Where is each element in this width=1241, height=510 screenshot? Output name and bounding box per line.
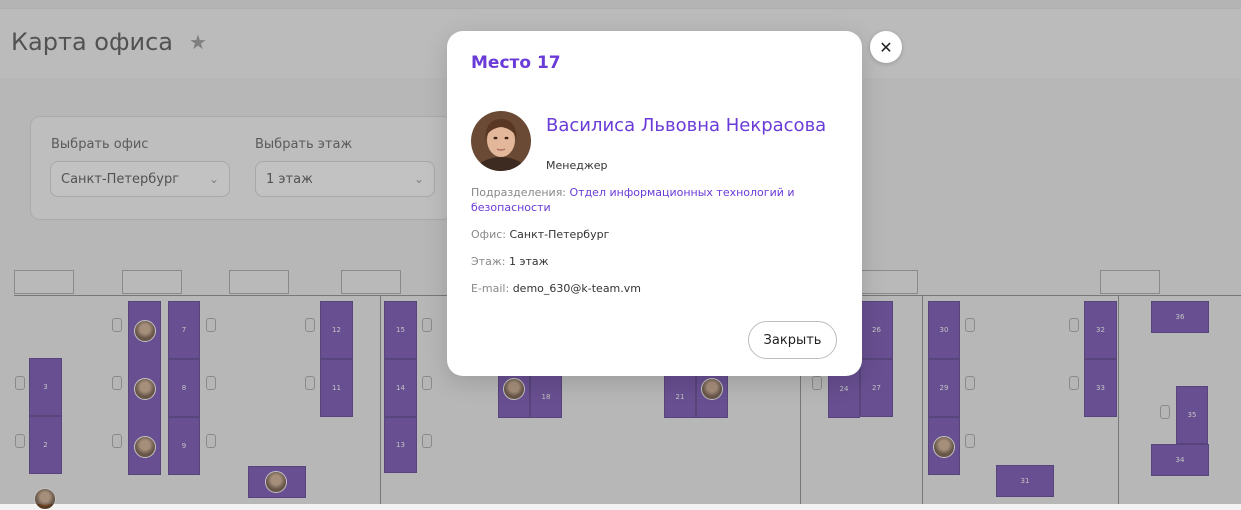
department-label: Подразделения:	[471, 186, 567, 199]
close-icon[interactable]: ✕	[870, 31, 902, 63]
close-modal-button[interactable]: Закрыть	[748, 321, 837, 359]
office-row: Офис: Санкт-Петербург	[471, 227, 801, 242]
seat-info-modal: Место 17 Василиса Львовна Некрасова Мене…	[447, 31, 862, 376]
floor-row: Этаж: 1 этаж	[471, 254, 801, 269]
floor-label: Этаж:	[471, 255, 506, 268]
office-value: Санкт-Петербург	[509, 228, 610, 241]
email-value[interactable]: demo_630@k-team.vm	[513, 282, 641, 295]
employee-avatar	[471, 111, 531, 171]
modal-title: Место 17	[471, 53, 561, 73]
email-label: E-mail:	[471, 282, 510, 295]
office-label: Офис:	[471, 228, 506, 241]
floor-value: 1 этаж	[508, 255, 549, 268]
department-row: Подразделения: Отдел информационных техн…	[471, 185, 801, 215]
email-row: E-mail: demo_630@k-team.vm	[471, 281, 801, 296]
employee-role: Менеджер	[546, 159, 608, 172]
employee-name[interactable]: Василиса Львовна Некрасова	[546, 115, 826, 136]
